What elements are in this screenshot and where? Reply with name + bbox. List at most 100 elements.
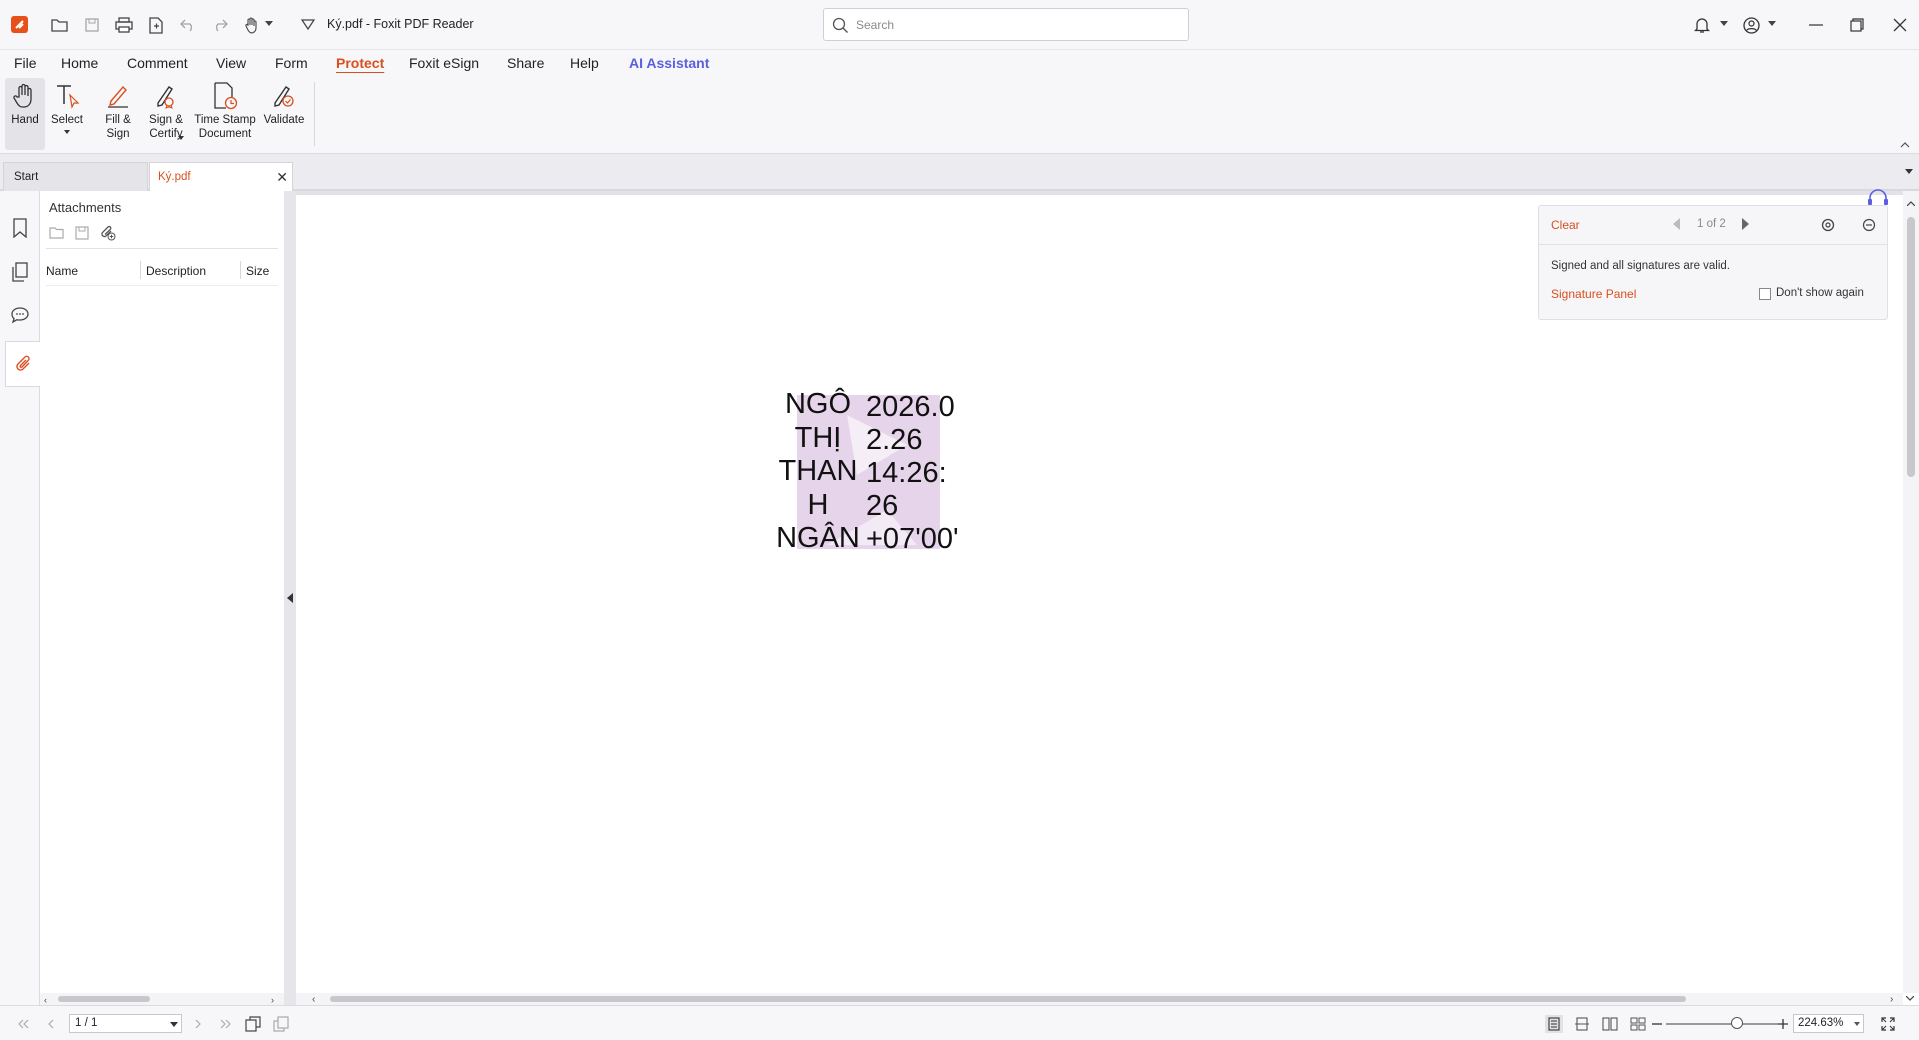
zoom-level-input[interactable]: 224.63% <box>1793 1014 1864 1033</box>
tab-start[interactable]: Start <box>3 162 148 191</box>
restore-icon[interactable] <box>1844 13 1870 37</box>
panel-horizontal-scrollbar[interactable]: ‹ › <box>40 993 284 1005</box>
scroll-right-icon[interactable]: › <box>1890 994 1893 1005</box>
zoom-slider-track[interactable] <box>1666 1023 1778 1025</box>
clear-button[interactable]: Clear <box>1551 218 1580 232</box>
column-separator[interactable] <box>240 261 241 279</box>
search-input[interactable]: Search <box>823 8 1189 41</box>
signature-panel-link[interactable]: Signature Panel <box>1551 287 1636 301</box>
menu-file[interactable]: File <box>14 55 37 71</box>
search-icon <box>832 17 848 33</box>
hand-tool-dropdown-icon[interactable] <box>265 21 273 26</box>
full-screen-icon[interactable] <box>1879 1015 1897 1033</box>
last-page-icon[interactable] <box>217 1015 235 1033</box>
undo-icon[interactable] <box>176 13 200 37</box>
validate-button[interactable]: Validate <box>261 78 307 150</box>
menu-share[interactable]: Share <box>507 55 544 71</box>
bookmarks-icon[interactable] <box>5 211 35 245</box>
pages-thumbnails-icon[interactable] <box>5 255 35 289</box>
minimize-icon[interactable] <box>1803 13 1829 37</box>
document-tabs: Start Ký.pdf ✕ <box>0 154 1919 191</box>
customize-toolbar-icon[interactable] <box>296 13 320 37</box>
open-attachment-icon[interactable] <box>48 224 66 242</box>
previous-signature-icon[interactable] <box>1673 218 1681 230</box>
save-icon[interactable] <box>80 13 104 37</box>
scroll-left-icon[interactable]: ‹ <box>312 994 315 1005</box>
previous-view-icon[interactable] <box>244 1015 262 1033</box>
ribbon-divider <box>314 82 315 146</box>
add-attachment-icon[interactable] <box>99 224 117 242</box>
hand-icon <box>10 81 40 111</box>
collapse-notice-icon[interactable] <box>1862 218 1876 232</box>
zoom-slider-handle[interactable] <box>1731 1017 1743 1029</box>
search-placeholder: Search <box>856 18 895 32</box>
next-view-icon[interactable] <box>272 1015 290 1033</box>
open-icon[interactable] <box>48 13 72 37</box>
headset-support-icon[interactable] <box>1866 188 1890 206</box>
zoom-out-icon[interactable] <box>1648 1015 1666 1033</box>
print-icon[interactable] <box>112 13 136 37</box>
zoom-in-icon[interactable] <box>1774 1015 1792 1033</box>
time-stamp-button[interactable]: Time Stamp Document <box>193 78 257 150</box>
time-stamp-label-1: Time Stamp <box>194 114 256 126</box>
column-size[interactable]: Size <box>246 264 269 278</box>
tab-list-dropdown-icon[interactable] <box>1905 169 1913 174</box>
notification-dropdown-icon[interactable] <box>1720 21 1728 26</box>
redo-icon[interactable] <box>208 13 232 37</box>
attachments-nav-icon[interactable] <box>5 341 41 387</box>
notification-bell-icon[interactable] <box>1689 13 1715 37</box>
menu-foxit-esign[interactable]: Foxit eSign <box>409 55 479 71</box>
facing-view-icon[interactable] <box>1601 1015 1619 1033</box>
account-icon[interactable] <box>1738 13 1764 37</box>
foxit-logo-icon <box>11 16 28 33</box>
panel-scroll-left-icon[interactable]: ‹ <box>44 995 47 1005</box>
menu-view[interactable]: View <box>216 55 246 71</box>
scroll-up-icon[interactable] <box>1907 201 1915 206</box>
horizontal-scrollbar[interactable]: ‹ › <box>296 993 1903 1005</box>
account-dropdown-icon[interactable] <box>1768 21 1776 26</box>
close-tab-icon[interactable]: ✕ <box>276 169 288 186</box>
collapse-panel-icon[interactable] <box>287 593 293 603</box>
comments-icon[interactable] <box>5 298 35 332</box>
horizontal-scroll-thumb[interactable] <box>330 996 1686 1002</box>
menu-ai-assistant[interactable]: AI Assistant <box>629 55 709 71</box>
save-attachment-icon[interactable] <box>73 224 91 242</box>
menu-help[interactable]: Help <box>570 55 599 71</box>
create-pdf-icon[interactable] <box>144 13 168 37</box>
sign-certify-dropdown-icon[interactable] <box>178 136 184 140</box>
signature-notice: Clear 1 of 2 Signed and all signatures a… <box>1538 205 1888 320</box>
collapse-ribbon-icon[interactable] <box>1900 142 1910 148</box>
panel-scroll-right-icon[interactable]: › <box>271 995 274 1005</box>
continuous-facing-view-icon[interactable] <box>1629 1015 1647 1033</box>
previous-page-icon[interactable] <box>42 1015 60 1033</box>
page-dropdown-icon[interactable] <box>170 1022 178 1027</box>
fill-sign-button[interactable]: Fill & Sign <box>98 78 138 150</box>
menu-protect[interactable]: Protect <box>336 55 384 71</box>
menu-comment[interactable]: Comment <box>127 55 188 71</box>
fill-sign-label-1: Fill & <box>105 114 131 126</box>
next-page-icon[interactable] <box>189 1015 207 1033</box>
hand-tool-icon[interactable] <box>240 13 264 37</box>
column-name[interactable]: Name <box>46 264 78 278</box>
signature-settings-icon[interactable] <box>1821 218 1835 232</box>
page-number-input[interactable]: 1 / 1 <box>69 1014 182 1033</box>
hand-button[interactable]: Hand <box>5 78 45 150</box>
continuous-view-icon[interactable] <box>1573 1015 1591 1033</box>
scroll-down-icon[interactable] <box>1906 996 1914 1001</box>
vertical-scroll-thumb[interactable] <box>1907 217 1915 477</box>
select-dropdown-icon[interactable] <box>64 130 70 134</box>
close-window-icon[interactable] <box>1887 13 1913 37</box>
select-button[interactable]: Select <box>48 78 86 150</box>
next-signature-icon[interactable] <box>1741 218 1749 230</box>
vertical-scrollbar[interactable] <box>1903 191 1919 993</box>
first-page-icon[interactable] <box>14 1015 32 1033</box>
panel-scroll-thumb[interactable] <box>58 996 150 1002</box>
single-page-view-icon[interactable] <box>1545 1015 1563 1033</box>
column-separator[interactable] <box>140 261 141 279</box>
menu-home[interactable]: Home <box>61 55 98 71</box>
zoom-dropdown-icon[interactable] <box>1854 1022 1860 1026</box>
tab-ky-pdf[interactable]: Ký.pdf ✕ <box>149 162 293 191</box>
column-description[interactable]: Description <box>146 264 206 278</box>
menu-form[interactable]: Form <box>275 55 308 71</box>
dont-show-again-checkbox[interactable] <box>1759 288 1771 300</box>
